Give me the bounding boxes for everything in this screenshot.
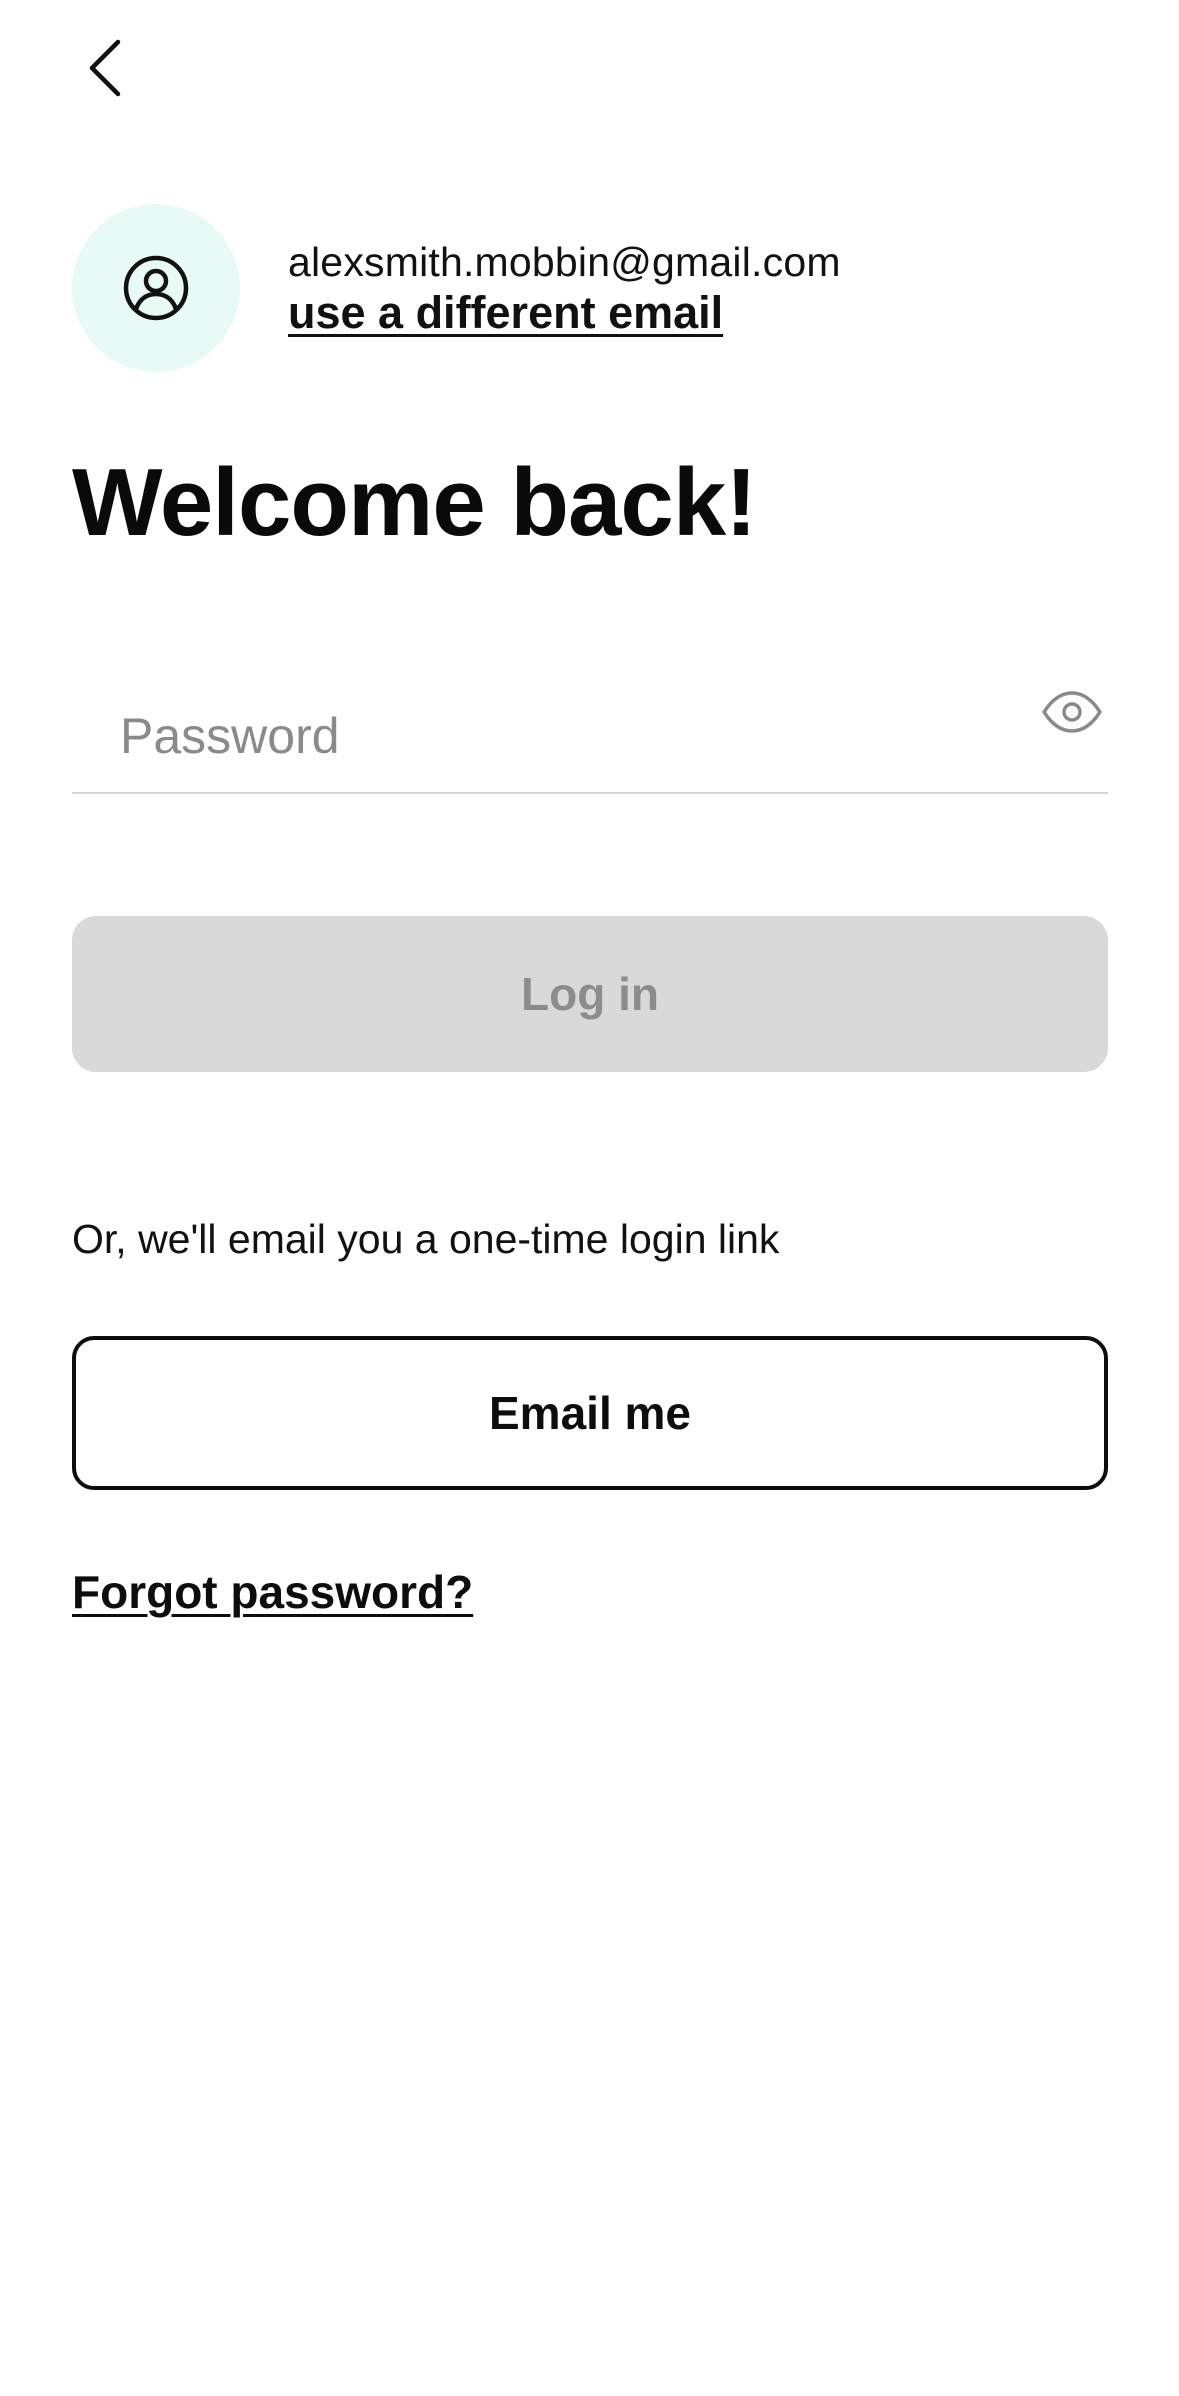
one-time-link-text: Or, we'll email you a one-time login lin… xyxy=(72,1216,780,1262)
show-password-toggle[interactable] xyxy=(1036,680,1108,744)
account-email: alexsmith.mobbin@gmail.com xyxy=(288,239,841,285)
page-title: Welcome back! xyxy=(72,449,757,556)
chevron-left-icon xyxy=(89,39,121,97)
password-field xyxy=(72,666,1108,794)
password-input[interactable] xyxy=(120,696,1000,776)
avatar xyxy=(72,204,240,372)
login-button[interactable]: Log in xyxy=(72,916,1108,1072)
user-circle-icon xyxy=(123,255,189,321)
use-different-email-link[interactable]: use a different email xyxy=(288,287,841,339)
eye-icon xyxy=(1042,691,1102,733)
back-button[interactable] xyxy=(72,28,136,108)
account-text: alexsmith.mobbin@gmail.com use a differe… xyxy=(288,237,841,339)
email-me-button[interactable]: Email me xyxy=(72,1336,1108,1490)
forgot-password-link[interactable]: Forgot password? xyxy=(72,1562,473,1622)
account-summary: alexsmith.mobbin@gmail.com use a differe… xyxy=(72,204,841,372)
